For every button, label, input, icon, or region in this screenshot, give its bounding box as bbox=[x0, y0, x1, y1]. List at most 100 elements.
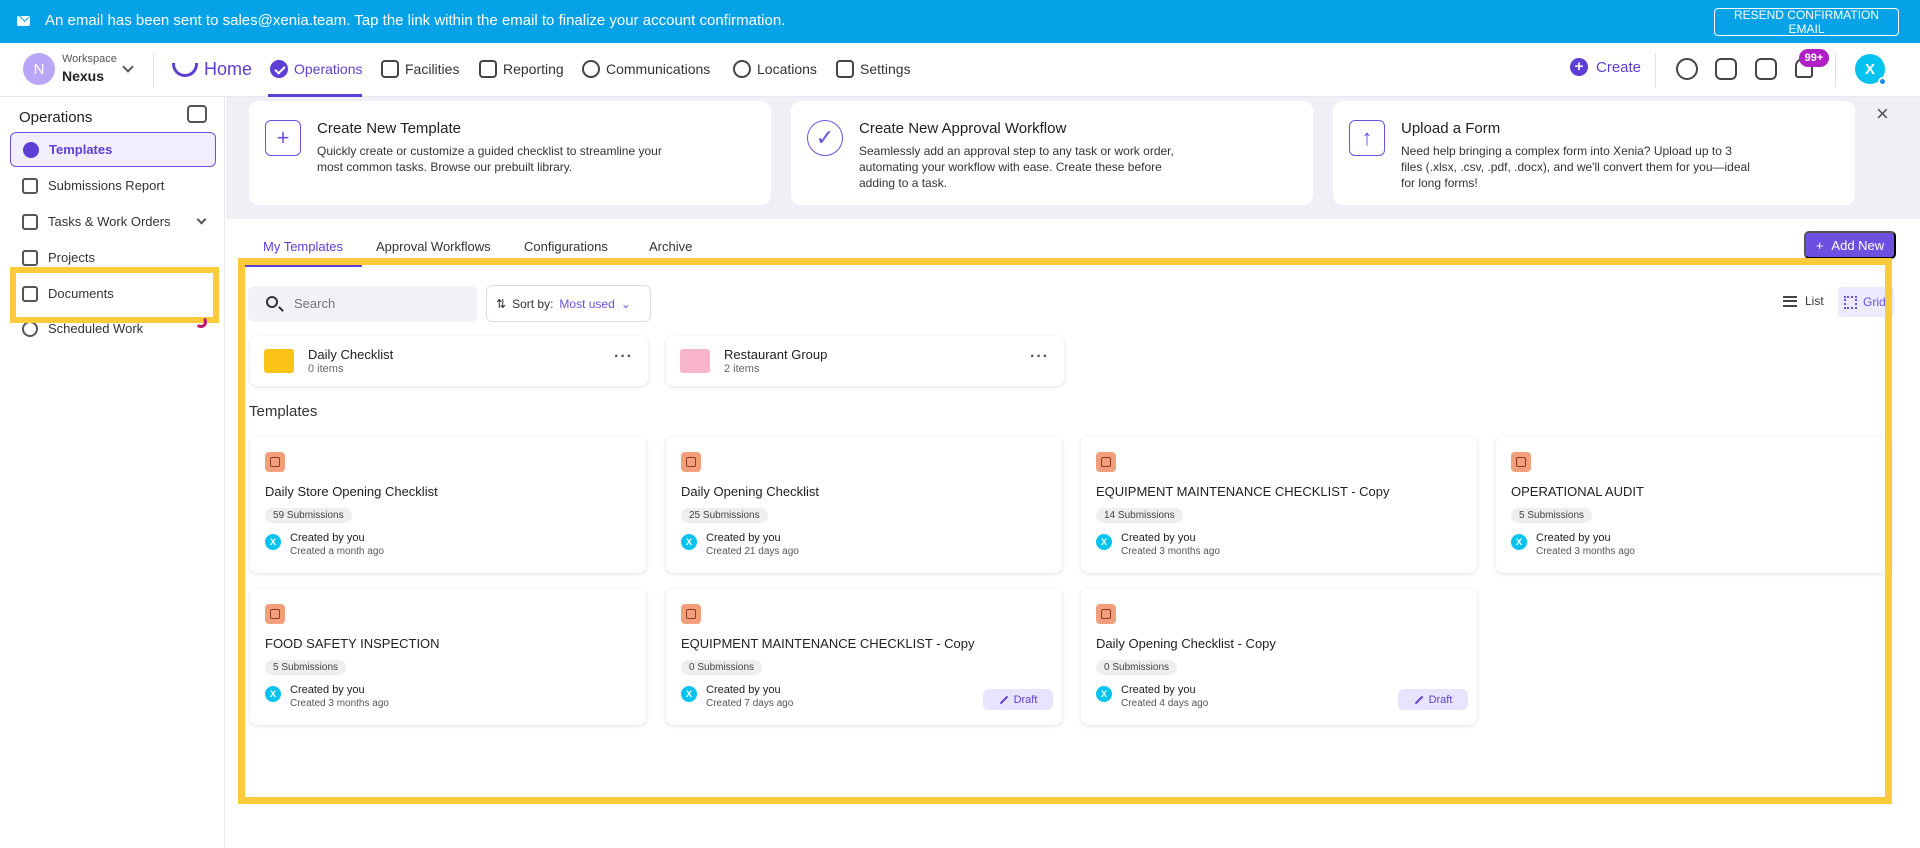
nav-settings[interactable]: Settings bbox=[836, 60, 911, 78]
template-box-icon bbox=[1096, 604, 1116, 624]
created-time: Created 3 months ago bbox=[290, 698, 389, 709]
submissions-badge: 25 Submissions bbox=[681, 508, 768, 523]
nav-label: Reporting bbox=[503, 61, 564, 77]
chevron-down-icon[interactable] bbox=[196, 214, 207, 225]
projects-icon bbox=[22, 249, 38, 266]
created-by: Created by you bbox=[706, 532, 781, 544]
template-card[interactable]: OPERATIONAL AUDIT 5 Submissions X Create… bbox=[1496, 436, 1892, 573]
nav-reporting[interactable]: Reporting bbox=[479, 60, 564, 78]
chat-icon bbox=[582, 60, 600, 78]
template-box-icon bbox=[265, 452, 285, 472]
template-title: EQUIPMENT MAINTENANCE CHECKLIST - Copy bbox=[1096, 484, 1390, 499]
more-options-icon[interactable]: ··· bbox=[1030, 348, 1049, 366]
tab-archive[interactable]: Archive bbox=[649, 239, 692, 254]
sidebar-item-label: Projects bbox=[48, 250, 95, 265]
puzzle-icon[interactable] bbox=[1755, 58, 1777, 80]
plus-icon: + bbox=[265, 120, 301, 156]
promo-create-template[interactable]: + Create New Template Quickly create or … bbox=[249, 101, 771, 205]
template-card[interactable]: Daily Opening Checklist - Copy 0 Submiss… bbox=[1081, 588, 1477, 725]
promo-upload-form[interactable]: ↑ Upload a Form Need help bringing a com… bbox=[1333, 101, 1855, 205]
grid-view-toggle[interactable]: Grid bbox=[1838, 287, 1894, 317]
upload-icon: ↑ bbox=[1349, 120, 1385, 156]
tab-configurations[interactable]: Configurations bbox=[524, 239, 608, 254]
close-icon[interactable]: × bbox=[1876, 101, 1889, 127]
template-box-icon bbox=[265, 604, 285, 624]
sliders-icon bbox=[836, 60, 854, 78]
top-navigation: N Workspace Nexus Home Operations Facili… bbox=[0, 43, 1920, 97]
template-card[interactable]: EQUIPMENT MAINTENANCE CHECKLIST - Copy 0… bbox=[666, 588, 1062, 725]
template-card[interactable]: EQUIPMENT MAINTENANCE CHECKLIST - Copy 1… bbox=[1081, 436, 1477, 573]
search-input[interactable] bbox=[294, 296, 464, 311]
list-label: List bbox=[1805, 294, 1824, 308]
plus-icon: + bbox=[1570, 58, 1588, 76]
sidebar-item-submissions-report[interactable]: Submissions Report bbox=[10, 168, 216, 203]
add-new-label: Add New bbox=[1831, 237, 1885, 253]
template-title: Daily Store Opening Checklist bbox=[265, 484, 438, 499]
creator-avatar: X bbox=[265, 686, 281, 702]
created-by: Created by you bbox=[1121, 684, 1196, 696]
check-circle-icon bbox=[270, 60, 288, 78]
nav-locations[interactable]: Locations bbox=[733, 60, 817, 78]
check-circle-icon bbox=[23, 141, 39, 158]
template-box-icon bbox=[681, 452, 701, 472]
creator-avatar: X bbox=[681, 686, 697, 702]
sidebar-item-label: Scheduled Work bbox=[48, 321, 144, 336]
search-field[interactable] bbox=[248, 286, 477, 322]
template-card[interactable]: Daily Opening Checklist 25 Submissions X… bbox=[666, 436, 1062, 573]
nav-communications[interactable]: Communications bbox=[582, 60, 710, 78]
check-circle-icon: ✓ bbox=[807, 120, 843, 156]
creator-avatar: X bbox=[265, 534, 281, 550]
chevron-down-icon[interactable] bbox=[122, 61, 134, 73]
workspace-avatar[interactable]: N bbox=[23, 53, 55, 85]
tab-approval-workflows[interactable]: Approval Workflows bbox=[376, 239, 491, 254]
submissions-badge: 0 Submissions bbox=[681, 660, 763, 675]
folder-icon bbox=[264, 349, 294, 373]
template-title: FOOD SAFETY INSPECTION bbox=[265, 636, 440, 651]
sort-dropdown[interactable]: ⇅ Sort by: Most used ⌄ bbox=[486, 285, 651, 322]
created-by: Created by you bbox=[290, 684, 365, 696]
nav-label: Communications bbox=[606, 61, 711, 77]
draft-label: Draft bbox=[1428, 693, 1453, 706]
tab-my-templates[interactable]: My Templates bbox=[263, 239, 343, 254]
sidebar-item-tasks-work-orders[interactable]: Tasks & Work Orders bbox=[10, 204, 216, 239]
list-view-toggle[interactable]: List bbox=[1783, 294, 1824, 308]
creator-avatar: X bbox=[1096, 534, 1112, 550]
submissions-badge: 59 Submissions bbox=[265, 508, 352, 523]
created-time: Created 3 months ago bbox=[1121, 546, 1220, 557]
promo-description: Seamlessly add an approval step to any t… bbox=[859, 144, 1174, 190]
cursor-indicator-icon bbox=[195, 316, 207, 328]
nav-operations[interactable]: Operations bbox=[270, 60, 362, 78]
confirmation-banner: An email has been sent to sales@xenia.te… bbox=[0, 0, 1920, 43]
home-link[interactable]: Home bbox=[172, 59, 252, 80]
submissions-badge: 0 Submissions bbox=[1096, 660, 1178, 675]
folder-name: Restaurant Group bbox=[724, 347, 828, 362]
notification-badge: 99+ bbox=[1799, 49, 1829, 67]
resend-confirmation-button[interactable]: RESEND CONFIRMATION EMAIL bbox=[1714, 8, 1899, 36]
add-user-icon[interactable] bbox=[1676, 58, 1698, 80]
promo-description: Need help bringing a complex form into X… bbox=[1401, 144, 1750, 190]
nav-facilities[interactable]: Facilities bbox=[381, 60, 459, 78]
submissions-badge: 5 Submissions bbox=[265, 660, 347, 675]
promo-approval-workflow[interactable]: ✓ Create New Approval Workflow Seamlessl… bbox=[791, 101, 1313, 205]
promo-title: Create New Template bbox=[317, 120, 461, 137]
nav-label: Locations bbox=[757, 61, 817, 77]
sidebar-item-templates[interactable]: Templates bbox=[10, 132, 216, 167]
sidebar-item-label: Templates bbox=[49, 142, 113, 157]
sort-prefix: Sort by: bbox=[512, 296, 554, 311]
more-options-icon[interactable]: ··· bbox=[614, 348, 633, 366]
template-card[interactable]: Daily Store Opening Checklist 59 Submiss… bbox=[250, 436, 646, 573]
created-time: Created 7 days ago bbox=[706, 698, 794, 709]
create-button[interactable]: + Create bbox=[1570, 58, 1641, 76]
folder-card[interactable]: Restaurant Group 2 items ··· bbox=[666, 336, 1064, 386]
sidebar-item-label: Tasks & Work Orders bbox=[48, 214, 171, 229]
template-title: EQUIPMENT MAINTENANCE CHECKLIST - Copy bbox=[681, 636, 975, 651]
created-time: Created 4 days ago bbox=[1121, 698, 1209, 709]
workspace-name[interactable]: Nexus bbox=[62, 68, 104, 84]
template-card[interactable]: FOOD SAFETY INSPECTION 5 Submissions X C… bbox=[250, 588, 646, 725]
add-new-button[interactable]: + Add New bbox=[1804, 231, 1896, 259]
online-status-dot bbox=[1878, 77, 1887, 86]
telescope-icon[interactable] bbox=[1715, 58, 1737, 80]
folder-card[interactable]: Daily Checklist 0 items ··· bbox=[250, 336, 648, 386]
collapse-sidebar-icon[interactable] bbox=[187, 105, 207, 123]
banner-message: An email has been sent to sales@xenia.te… bbox=[45, 12, 786, 29]
